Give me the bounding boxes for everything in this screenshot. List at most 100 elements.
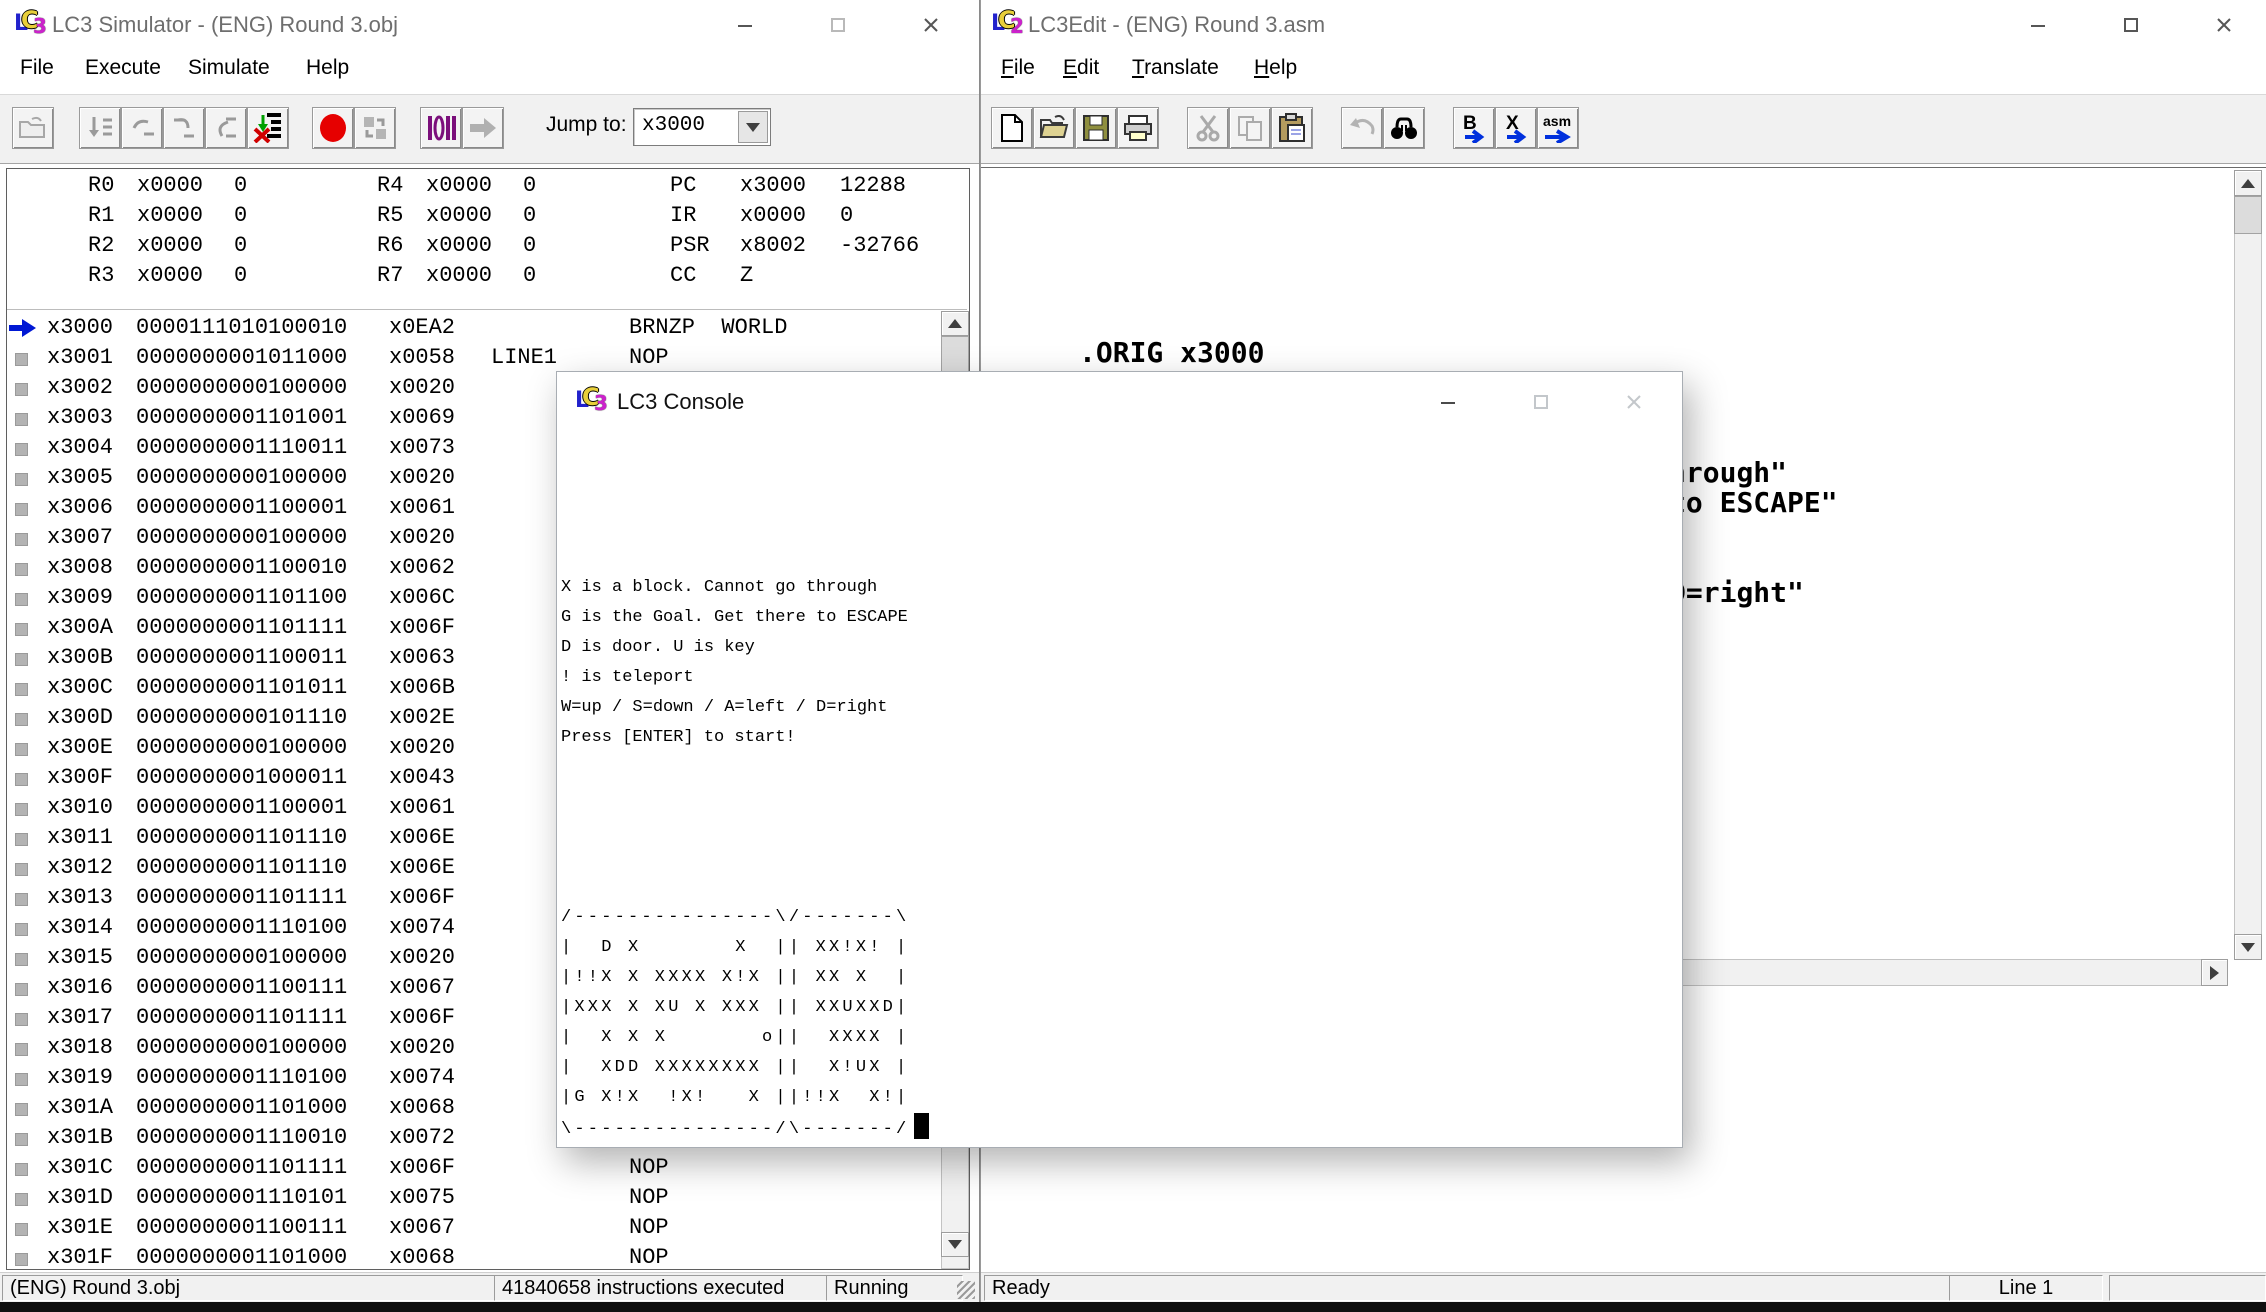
cut-icon[interactable]	[1187, 107, 1229, 149]
menu-simulate[interactable]: Simulate	[188, 56, 270, 80]
memory-row-x301C[interactable]: x301C0000000001101111x006FNOP	[7, 1153, 937, 1183]
menu-file[interactable]: File	[1001, 56, 1035, 80]
step-out-icon[interactable]	[205, 107, 247, 149]
editor-scroll-right[interactable]	[2201, 959, 2228, 986]
breakpoint-indicator[interactable]	[15, 953, 28, 966]
register-hex-value[interactable]: x0000	[426, 201, 523, 231]
breakpoint-indicator[interactable]	[15, 923, 28, 936]
console-maximize-button[interactable]	[1526, 391, 1556, 413]
breakpoint-indicator[interactable]	[15, 863, 28, 876]
breakpoint-indicator[interactable]	[15, 383, 28, 396]
find-icon[interactable]	[1383, 107, 1425, 149]
resize-grip[interactable]	[957, 1281, 975, 1299]
memory-scroll-up[interactable]	[941, 311, 969, 336]
breakpoint-indicator[interactable]	[15, 713, 28, 726]
step-into-icon[interactable]	[163, 107, 205, 149]
register-hex-value[interactable]: x0000	[137, 261, 234, 291]
maximize-button[interactable]	[823, 14, 853, 36]
clear-breakpoints-icon[interactable]	[247, 107, 289, 149]
breakpoint-indicator[interactable]	[15, 533, 28, 546]
breakpoint-indicator[interactable]	[15, 803, 28, 816]
register-hex-value[interactable]: x0000	[426, 261, 523, 291]
console-close-button[interactable]	[1619, 391, 1649, 413]
editor-close-button[interactable]	[2209, 14, 2239, 36]
breakpoint-indicator[interactable]	[15, 1103, 28, 1116]
menu-translate[interactable]: Translate	[1132, 56, 1219, 80]
breakpoint-indicator[interactable]	[15, 1253, 28, 1266]
menu-edit[interactable]: Edit	[1063, 56, 1099, 80]
memory-row-x301F[interactable]: x301F0000000001101000x0068NOP	[7, 1243, 937, 1270]
breakpoint-indicator[interactable]	[15, 893, 28, 906]
step-over-icon[interactable]	[121, 107, 163, 149]
paste-icon[interactable]	[1271, 107, 1313, 149]
register-hex-value[interactable]: Z	[740, 261, 840, 291]
register-hex-value[interactable]: x8002	[740, 231, 840, 261]
copy-icon[interactable]	[1229, 107, 1271, 149]
continue-icon[interactable]	[462, 107, 504, 149]
assemble-icon[interactable]: asm	[1537, 107, 1579, 149]
breakpoint-indicator[interactable]	[15, 773, 28, 786]
breakpoint-indicator[interactable]	[15, 743, 28, 756]
register-hex-value[interactable]: x3000	[740, 171, 840, 201]
save-file-icon[interactable]	[1075, 107, 1117, 149]
register-hex-value[interactable]: x0000	[137, 201, 234, 231]
to-binary-icon[interactable]: B	[1453, 107, 1495, 149]
stop-icon[interactable]	[312, 107, 354, 149]
run-program-icon[interactable]	[79, 107, 121, 149]
step-once-icon[interactable]	[354, 107, 396, 149]
register-hex-value[interactable]: x0000	[740, 201, 840, 231]
register-hex-value[interactable]: x0000	[426, 231, 523, 261]
menu-help[interactable]: Help	[306, 56, 349, 80]
breakpoint-indicator[interactable]	[15, 413, 28, 426]
memory-row-x301D[interactable]: x301D0000000001110101x0075NOP	[7, 1183, 937, 1213]
editor-vscrollbar[interactable]	[2234, 170, 2262, 960]
register-hex-value[interactable]: x0000	[137, 231, 234, 261]
open-file-icon[interactable]	[1033, 107, 1075, 149]
breakpoint-indicator[interactable]	[15, 653, 28, 666]
memory-row-x3001[interactable]: x30010000000001011000x0058LINE1NOP	[7, 343, 937, 373]
open-file-icon[interactable]	[12, 107, 54, 149]
memory-row-x3000[interactable]: x30000000111010100010x0EA2BRNZP WORLD	[7, 313, 937, 343]
minimize-button[interactable]	[730, 14, 760, 36]
breakpoint-indicator[interactable]	[15, 1133, 28, 1146]
close-button[interactable]	[916, 14, 946, 36]
breakpoint-indicator[interactable]	[15, 593, 28, 606]
editor-vscroll-thumb[interactable]	[2234, 196, 2262, 234]
jump-dropdown-button[interactable]	[738, 111, 768, 143]
editor-scroll-up[interactable]	[2234, 170, 2262, 196]
print-icon[interactable]	[1117, 107, 1159, 149]
breakpoint-indicator[interactable]	[15, 983, 28, 996]
register-hex-value[interactable]: x0000	[137, 171, 234, 201]
menu-execute[interactable]: Execute	[85, 56, 161, 80]
console-text-line: D is door. U is key	[561, 633, 929, 663]
console-minimize-button[interactable]	[1433, 391, 1463, 413]
undo-icon[interactable]	[1341, 107, 1383, 149]
breakpoint-indicator[interactable]	[15, 1013, 28, 1026]
breakpoint-indicator[interactable]	[15, 443, 28, 456]
breakpoint-indicator[interactable]	[15, 563, 28, 576]
menu-file[interactable]: File	[20, 56, 54, 80]
new-file-icon[interactable]	[991, 107, 1033, 149]
editor-minimize-button[interactable]	[2023, 14, 2053, 36]
breakpoint-indicator[interactable]	[15, 353, 28, 366]
breakpoint-indicator[interactable]	[15, 503, 28, 516]
breakpoint-indicator[interactable]	[15, 1163, 28, 1176]
breakpoint-indicator[interactable]	[15, 1193, 28, 1206]
breakpoint-indicator[interactable]	[15, 1223, 28, 1236]
menu-help[interactable]: Help	[1254, 56, 1297, 80]
editor-maximize-button[interactable]	[2116, 14, 2146, 36]
memory-row-x301E[interactable]: x301E0000000001100111x0067NOP	[7, 1213, 937, 1243]
breakpoint-indicator[interactable]	[15, 1073, 28, 1086]
io-ports-icon[interactable]	[420, 107, 462, 149]
breakpoint-indicator[interactable]	[15, 623, 28, 636]
breakpoint-indicator[interactable]	[15, 1043, 28, 1056]
memory-scroll-down[interactable]	[941, 1232, 969, 1257]
breakpoint-indicator[interactable]	[15, 683, 28, 696]
breakpoint-indicator[interactable]	[15, 833, 28, 846]
to-hex-icon[interactable]: X	[1495, 107, 1537, 149]
register-hex-value[interactable]: x0000	[426, 171, 523, 201]
memory-binary: 0000000000101110	[136, 703, 347, 733]
editor-scroll-down[interactable]	[2234, 934, 2262, 960]
jump-to-combobox[interactable]: x3000	[633, 108, 771, 146]
breakpoint-indicator[interactable]	[15, 473, 28, 486]
